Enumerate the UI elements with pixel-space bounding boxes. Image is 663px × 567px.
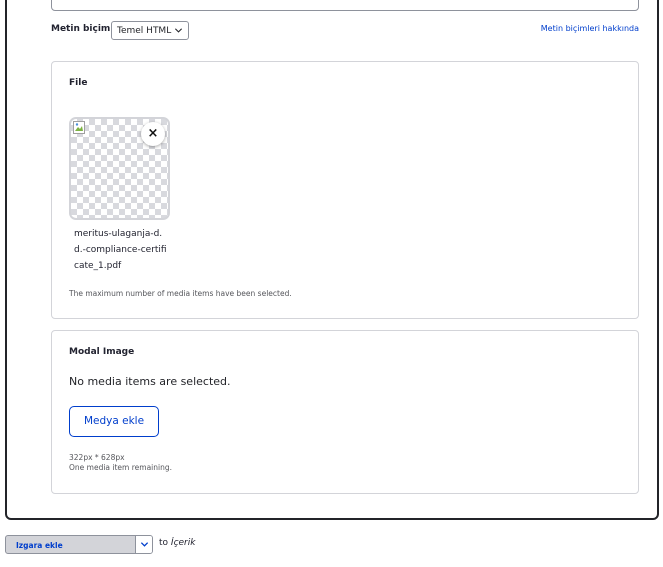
chevron-down-icon: [174, 28, 183, 33]
modal-image-fieldset: Modal Image No media items are selected.…: [51, 330, 639, 494]
text-editor-area[interactable]: [51, 0, 639, 11]
media-filename: meritus-ulaganja-d.d.-compliance-certifi…: [74, 229, 167, 271]
text-format-help-link[interactable]: Metin biçimleri hakkında: [541, 24, 639, 33]
add-grid-target: İçerik: [170, 538, 196, 548]
file-fieldset: File × meritus-ulaganja-d.d.-compliance-…: [51, 61, 639, 319]
modal-image-field-title: Modal Image: [69, 347, 135, 357]
image-dimensions: 322px * 628px: [69, 453, 125, 462]
add-grid-target-text: to İçerik: [159, 538, 195, 548]
add-grid-value: Izgara ekle: [16, 541, 63, 550]
file-field-title: File: [69, 78, 88, 88]
broken-image-icon: [73, 121, 85, 134]
empty-media-message: No media items are selected.: [69, 375, 231, 388]
text-format-label: Metin biçimi: [51, 24, 114, 34]
file-field-description: The maximum number of media items have b…: [69, 289, 292, 298]
add-media-button[interactable]: Medya ekle: [69, 406, 159, 437]
add-grid-dropdown-button[interactable]: [135, 536, 152, 553]
text-format-select[interactable]: Temel HTML: [111, 21, 189, 40]
remaining-items-text: One media item remaining.: [69, 463, 172, 472]
add-grid-select[interactable]: Izgara ekle: [5, 535, 153, 554]
to-prefix: to: [159, 538, 169, 548]
text-format-value: Temel HTML: [117, 26, 172, 36]
chevron-down-icon: [140, 542, 149, 547]
remove-media-button[interactable]: ×: [141, 122, 165, 146]
